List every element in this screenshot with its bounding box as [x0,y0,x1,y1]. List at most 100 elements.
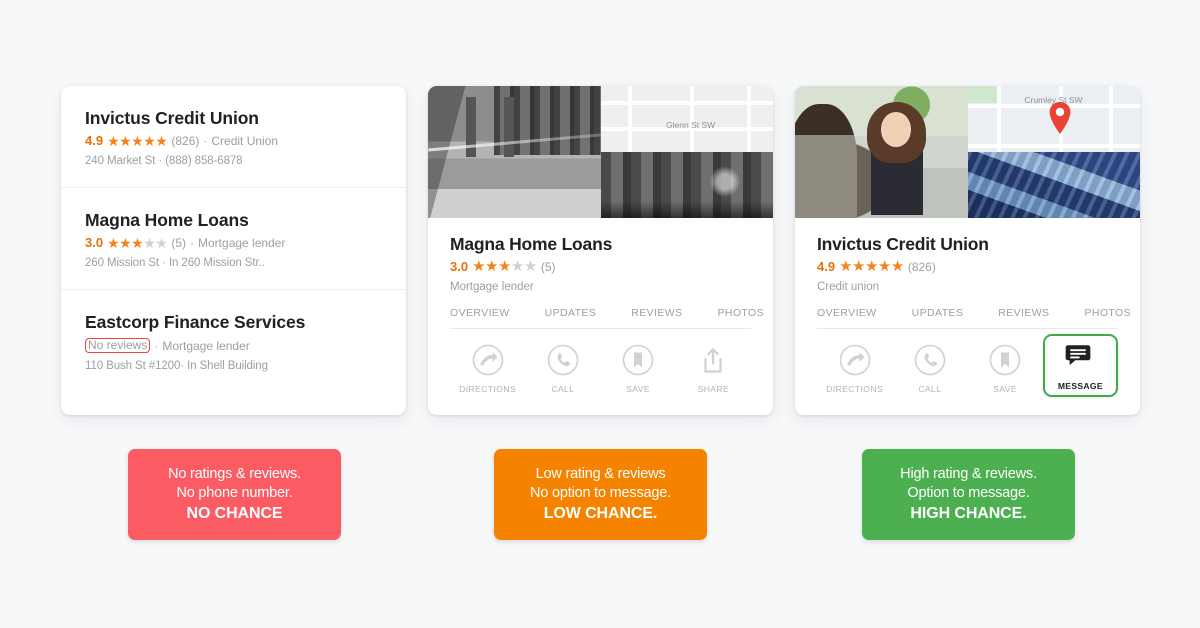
banner-line-1: Low rating & reviews [535,466,666,482]
star-rating-icon: ★★★★★ [107,133,168,149]
save-icon [988,343,1022,377]
search-results-card: Invictus Credit Union 4.9 ★★★★★ (826) · … [61,86,406,415]
directions-label: DIRECTIONS [459,384,517,394]
banner-verdict: HIGH CHANCE. [910,505,1027,522]
map-street-label: Glenn St SW [666,120,716,131]
call-icon [913,343,947,377]
save-label: SAVE [993,384,1018,394]
banner-line-2: No option to message. [530,485,671,501]
result-name: Magna Home Loans [85,210,249,230]
tab-updates[interactable]: UPDATES [912,307,964,319]
profile-tabs: OVERVIEW UPDATES REVIEWS PHOTOS [817,307,1131,329]
result-detail: 240 Market St · (888) 858-6878 [85,155,243,167]
business-profile-card-invictus: Crumley St SW Invictus Credit Union 4.9 … [795,86,1140,415]
result-detail: 110 Bush St #1200· In Shell Building [85,360,268,372]
message-icon [1063,340,1097,374]
call-button[interactable]: CALL [892,343,967,397]
result-detail: 260 Mission St · In 260 Mission Str.. [85,257,265,269]
banner-verdict: NO CHANCE [186,505,283,522]
rating-value: 3.0 [450,259,469,274]
result-rating-line: 4.9 ★★★★★ (826) · Credit Union [85,133,382,149]
photo-side-column: Crumley St SW [967,86,1140,218]
result-name: Invictus Credit Union [85,108,259,128]
interior-photo[interactable] [600,152,773,218]
message-button[interactable]: MESSAGE [1042,334,1118,397]
result-category: Credit Union [211,134,279,148]
result-name: Eastcorp Finance Services [85,312,306,332]
banner-verdict: LOW CHANCE. [543,505,658,522]
profile-body: Invictus Credit Union 4.9 ★★★★★ (826) Cr… [795,218,1140,329]
result-category: Mortgage lender [198,236,286,250]
tab-reviews[interactable]: REVIEWS [631,307,682,319]
separator-dot: · [190,236,195,250]
profile-action-bar: DIRECTIONS CALL SAVE [795,329,1140,397]
banner-line-2: No phone number. [176,485,293,501]
profile-tabs: OVERVIEW UPDATES REVIEWS PHOTOS [450,307,764,329]
photo-side-column: Glenn St SW [600,86,773,218]
business-category: Mortgage lender [450,281,534,293]
directions-icon [838,343,872,377]
review-count: (5) [540,260,556,274]
save-button[interactable]: SAVE [968,343,1043,397]
share-icon [696,343,730,377]
directions-icon [471,343,505,377]
share-label: SHARE [697,384,730,394]
result-category: Mortgage lender [162,338,250,353]
map-pin-icon [1049,101,1071,134]
call-label: CALL [918,384,942,394]
result-rating-line: 3.0 ★★★★★ (5) · Mortgage lender [85,235,382,251]
list-item[interactable]: Eastcorp Finance Services No reviews · M… [61,289,406,392]
tab-overview[interactable]: OVERVIEW [450,307,510,319]
review-count: (5) [171,236,187,250]
save-icon [621,343,655,377]
business-profile-card-magna: Glenn St SW Magna Home Loans 3.0 ★★★★★ (… [428,86,773,415]
tab-photos[interactable]: PHOTOS [717,307,764,319]
rating-value: 4.9 [817,259,836,274]
share-button[interactable]: SHARE [676,343,751,394]
save-button[interactable]: SAVE [601,343,676,394]
meeting-photo[interactable] [795,86,968,218]
rating-value: 3.0 [85,235,104,250]
rating-value: 4.9 [85,133,104,148]
list-item[interactable]: Magna Home Loans 3.0 ★★★★★ (5) · Mortgag… [61,187,406,289]
review-count: (826) [907,260,936,274]
no-reviews-label: No reviews [85,338,151,353]
business-name: Magna Home Loans [450,234,613,254]
profile-rating-line: 4.9 ★★★★★ (826) [817,258,1118,275]
verdict-banner-high-chance: High rating & reviews. Option to message… [862,449,1075,540]
tab-updates[interactable]: UPDATES [545,307,597,319]
review-count: (826) [171,134,200,148]
photo-strip: Glenn St SW [428,86,773,218]
call-button[interactable]: CALL [525,343,600,394]
map-thumbnail[interactable]: Glenn St SW [600,86,773,152]
tab-photos[interactable]: PHOTOS [1084,307,1131,319]
business-category: Credit union [817,281,880,293]
banner-line-2: Option to message. [907,485,1030,501]
list-item[interactable]: Invictus Credit Union 4.9 ★★★★★ (826) · … [61,86,406,187]
tab-reviews[interactable]: REVIEWS [998,307,1049,319]
separator-dot: · [203,134,208,148]
business-name: Invictus Credit Union [817,234,989,254]
verdict-banner-no-chance: No ratings & reviews. No phone number. N… [128,449,341,540]
message-label: MESSAGE [1057,381,1103,391]
banner-line-1: No ratings & reviews. [168,466,301,482]
profile-body: Magna Home Loans 3.0 ★★★★★ (5) Mortgage … [428,218,773,329]
star-rating-icon: ★★★★★ [839,258,904,275]
directions-label: DIRECTIONS [826,384,884,394]
street-photo[interactable] [428,86,601,218]
tab-overview[interactable]: OVERVIEW [817,307,877,319]
banner-line-1: High rating & reviews. [900,466,1037,482]
skyscraper-photo[interactable] [967,152,1140,218]
star-rating-icon: ★★★★★ [472,258,537,275]
directions-button[interactable]: DIRECTIONS [450,343,525,394]
map-thumbnail[interactable]: Crumley St SW [967,86,1140,152]
profile-rating-line: 3.0 ★★★★★ (5) [450,258,751,275]
no-reviews-highlight: No reviews [85,338,151,353]
verdict-banner-low-chance: Low rating & reviews No option to messag… [494,449,707,540]
save-label: SAVE [626,384,651,394]
profile-action-bar: DIRECTIONS CALL SAVE [428,329,773,394]
separator-dot: · [154,338,159,353]
directions-button[interactable]: DIRECTIONS [817,343,892,397]
page-root: Invictus Credit Union 4.9 ★★★★★ (826) · … [0,0,1200,628]
star-rating-icon: ★★★★★ [107,235,168,251]
